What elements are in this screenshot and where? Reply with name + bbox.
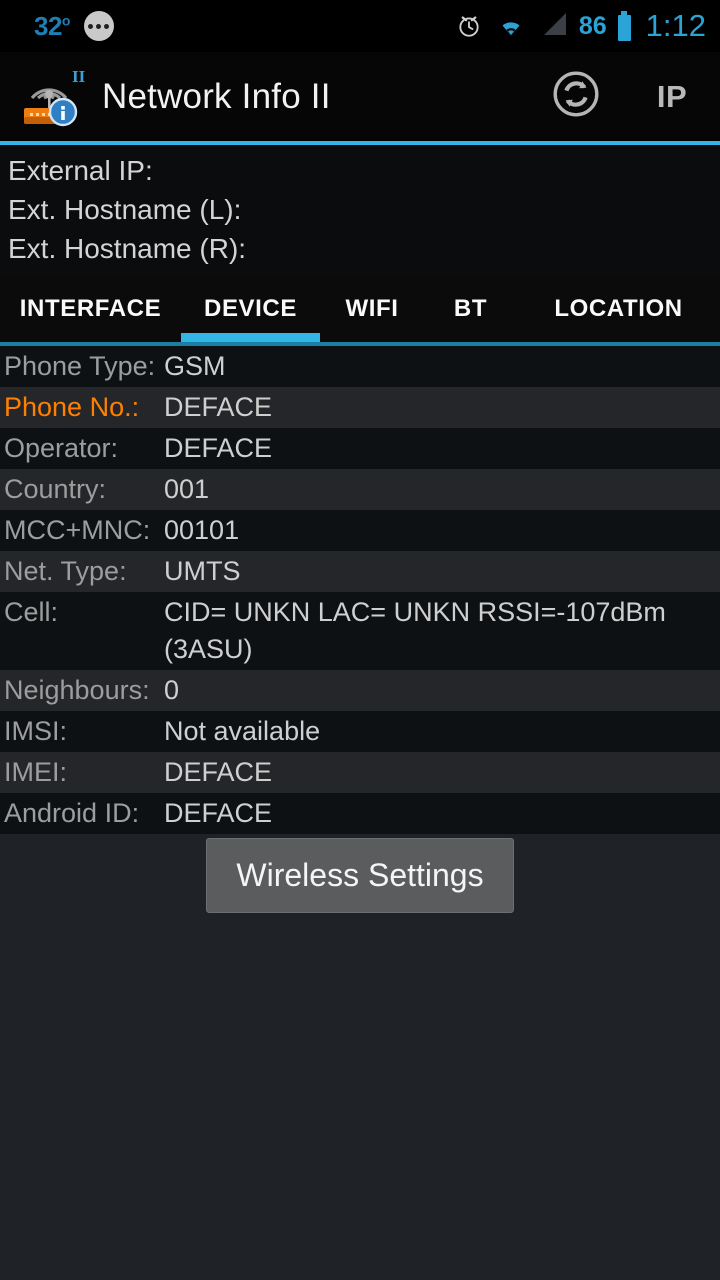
svg-text:II: II: [72, 67, 86, 86]
row-label: Operator:: [4, 433, 119, 463]
clock: 1:12: [645, 8, 706, 43]
tab-location[interactable]: LOCATION: [517, 276, 720, 342]
table-row[interactable]: Neighbours: 0: [0, 670, 720, 711]
external-ip-label: External IP:: [8, 155, 153, 186]
refresh-button[interactable]: [528, 52, 624, 141]
degree-symbol: o: [61, 11, 71, 28]
tab-selected-indicator: [181, 333, 320, 342]
status-bar: 32o 86 1:12: [0, 0, 720, 52]
table-row[interactable]: Country: 001: [0, 469, 720, 510]
table-row[interactable]: MCC+MNC: 00101: [0, 510, 720, 551]
table-row[interactable]: Net. Type: UMTS: [0, 551, 720, 592]
external-hostname-local-label: Ext. Hostname (L):: [8, 194, 242, 225]
row-value: 0: [164, 675, 180, 705]
row-value: CID= UNKN LAC= UNKN RSSI=-107dBm (3ASU): [164, 597, 674, 664]
temperature-value: 32: [34, 10, 62, 41]
row-label: Phone No.:: [4, 392, 140, 422]
app-screen: 32o 86 1:12 II Network Info II IP Extern…: [0, 0, 720, 1280]
row-value: 001: [164, 474, 210, 504]
external-hostname-remote-label: Ext. Hostname (R):: [8, 233, 247, 264]
table-row[interactable]: Phone Type: GSM: [0, 346, 720, 387]
row-label: Android ID:: [4, 798, 140, 828]
tab-wifi[interactable]: WIFI: [320, 276, 424, 342]
tab-interface[interactable]: INTERFACE: [0, 276, 181, 342]
row-value: GSM: [164, 351, 226, 381]
ip-button-label: IP: [656, 78, 688, 114]
row-value: DEFACE: [164, 392, 273, 422]
device-info-table: Phone Type: GSM Phone No.: DEFACE Operat…: [0, 346, 720, 834]
row-label: MCC+MNC:: [4, 515, 151, 545]
table-row[interactable]: Android ID: DEFACE: [0, 793, 720, 834]
row-label: Cell:: [4, 597, 59, 627]
tab-bt[interactable]: BT: [424, 276, 517, 342]
status-bar-left: 32o: [0, 11, 114, 42]
table-row[interactable]: Cell: CID= UNKN LAC= UNKN RSSI=-107dBm (…: [0, 592, 720, 670]
row-value: UMTS: [164, 556, 241, 586]
wifi-signal-icon: [493, 10, 529, 43]
table-row[interactable]: Operator: DEFACE: [0, 428, 720, 469]
row-value: DEFACE: [164, 757, 273, 787]
alarm-clock-icon: [456, 13, 482, 39]
row-label: Net. Type:: [4, 556, 127, 586]
tab-underline: [0, 342, 720, 346]
row-label: Neighbours:: [4, 675, 150, 705]
action-bar: II Network Info II IP: [0, 52, 720, 141]
table-row[interactable]: IMEI: DEFACE: [0, 752, 720, 793]
row-label: Phone Type:: [4, 351, 156, 381]
tab-list: INTERFACE DEVICE WIFI BT LOCATION: [0, 276, 720, 342]
action-bar-buttons: IP: [528, 52, 720, 141]
refresh-sync-icon: [552, 70, 600, 123]
content-filler: [0, 913, 720, 1280]
ip-button[interactable]: IP: [624, 52, 720, 141]
row-value: DEFACE: [164, 798, 273, 828]
row-label: Country:: [4, 474, 107, 504]
row-value: 00101: [164, 515, 240, 545]
more-dots-icon: [83, 11, 114, 41]
table-row[interactable]: IMSI: Not available: [0, 711, 720, 752]
temperature-indicator: 32o: [34, 11, 70, 42]
actions-area: Wireless Settings: [0, 834, 720, 913]
external-info-block: External IP: Ext. Hostname (L): Ext. Hos…: [0, 145, 720, 276]
row-value: DEFACE: [164, 433, 273, 463]
row-label: IMEI:: [4, 757, 68, 787]
wireless-settings-button[interactable]: Wireless Settings: [206, 838, 514, 913]
row-label: IMSI:: [4, 716, 68, 746]
battery-icon: [617, 11, 631, 41]
table-row[interactable]: Phone No.: DEFACE: [0, 387, 720, 428]
battery-percent: 86: [578, 11, 607, 40]
tab-bar: INTERFACE DEVICE WIFI BT LOCATION: [0, 276, 720, 346]
page-title: Network Info II: [102, 76, 331, 116]
row-value: Not available: [164, 716, 321, 746]
network-info-app-icon: II: [18, 64, 90, 130]
cell-signal-icon: [540, 10, 568, 43]
status-bar-right: 86 1:12: [456, 0, 706, 52]
